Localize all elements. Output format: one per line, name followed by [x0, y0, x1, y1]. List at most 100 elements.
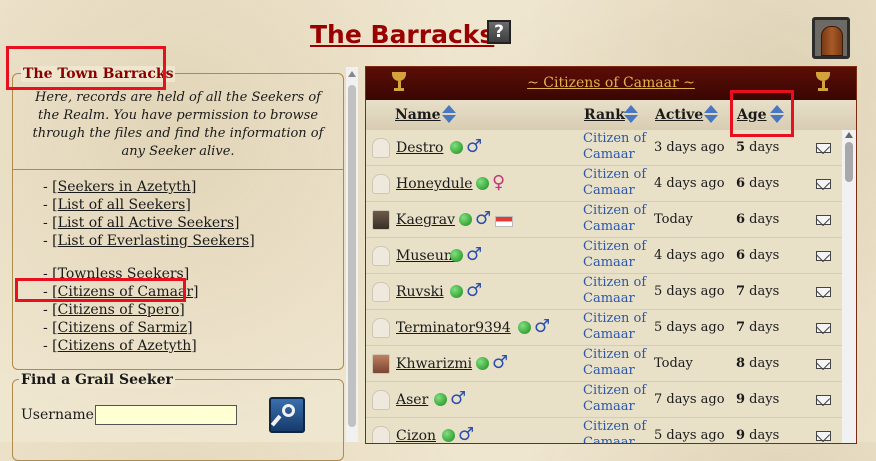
town-barracks-panel: The Town Barracks Here, records are held… — [12, 66, 344, 370]
avatar[interactable] — [372, 174, 390, 194]
list-item: - [Citizens of Sarmiz] — [43, 320, 193, 336]
rank-link[interactable]: Citizen of Camaar — [583, 383, 653, 415]
link-citizens-of-sarmiz[interactable]: Citizens of Sarmiz — [58, 320, 187, 336]
avatar[interactable] — [372, 246, 390, 266]
table-row: Ruvski ♂ Citizen of Camaar 5 days ago 7 days — [366, 274, 842, 310]
age-unit: days — [745, 140, 780, 155]
male-icon: ♂ — [534, 316, 551, 337]
list-item: - [Seekers in Azetyth] — [43, 179, 197, 195]
seeker-name-link[interactable]: Khwarizmi — [396, 356, 472, 372]
mail-icon[interactable] — [816, 287, 831, 297]
online-status-icon — [459, 213, 472, 226]
avatar[interactable] — [372, 138, 390, 158]
mail-icon[interactable] — [816, 143, 831, 153]
avatar[interactable] — [372, 390, 390, 410]
seeker-name-link[interactable]: Ruvski — [396, 284, 444, 300]
scroll-up-arrow-icon[interactable] — [845, 132, 853, 138]
grail-icon — [816, 72, 830, 92]
age: 6 days — [736, 176, 779, 191]
male-icon: ♂ — [458, 424, 475, 444]
avatar[interactable] — [372, 282, 390, 302]
highlight-box-citizens-of-camaar — [15, 278, 186, 302]
online-status-icon — [450, 141, 463, 154]
magnifier-icon — [282, 404, 295, 417]
citizens-title[interactable]: ~ Citizens of Camaar ~ — [366, 75, 856, 91]
age: 6 days — [736, 212, 779, 227]
age-number: 7 — [736, 284, 746, 299]
table-row: Museum ♂ Citizen of Camaar 4 days ago 6 days — [366, 238, 842, 274]
page-title: The Barracks — [310, 20, 495, 49]
right-scrollbar-thumb[interactable] — [845, 142, 853, 182]
age-unit: days — [745, 392, 780, 407]
seeker-name-link[interactable]: Honeydule — [396, 176, 473, 192]
age-unit: days — [745, 428, 780, 443]
find-seeker-legend: Find a Grail Seeker — [19, 372, 175, 388]
online-status-icon — [434, 393, 447, 406]
link-active-seekers[interactable]: List of all Active Seekers — [58, 215, 234, 231]
table-row: Terminator9394 ♂ Citizen of Camaar 5 days a… — [366, 310, 842, 346]
exit-door-icon[interactable] — [812, 17, 850, 59]
link-everlasting-seekers[interactable]: List of Everlasting Seekers — [58, 233, 250, 249]
left-scrollbar-thumb[interactable] — [348, 85, 356, 427]
male-icon: ♂ — [450, 388, 467, 409]
mail-icon[interactable] — [816, 359, 831, 369]
age: 7 days — [736, 284, 779, 299]
help-icon[interactable]: ? — [487, 20, 511, 44]
mail-icon[interactable] — [816, 179, 831, 189]
rank-link[interactable]: Citizen of Camaar — [583, 347, 653, 379]
left-scrollbar[interactable] — [346, 67, 358, 442]
username-input[interactable] — [95, 405, 237, 425]
mail-icon[interactable] — [816, 251, 831, 261]
mail-icon[interactable] — [816, 431, 831, 441]
age: 5 days — [736, 140, 779, 155]
rank-link[interactable]: Citizen of Camaar — [583, 311, 653, 343]
avatar[interactable] — [372, 354, 390, 374]
avatar[interactable] — [372, 210, 390, 230]
last-active: 5 days ago — [654, 428, 725, 443]
avatar[interactable] — [372, 426, 390, 443]
mail-icon[interactable] — [816, 323, 831, 333]
avatar[interactable] — [372, 318, 390, 338]
age-number: 9 — [736, 392, 746, 407]
sort-arrows-icon[interactable] — [624, 105, 638, 125]
rank-link[interactable]: Citizen of Camaar — [583, 239, 653, 271]
sort-arrows-icon[interactable] — [442, 105, 456, 125]
seeker-name-link[interactable]: Kaegrav — [396, 212, 455, 228]
link-all-seekers[interactable]: List of all Seekers — [58, 197, 186, 213]
divider — [13, 169, 343, 170]
scroll-up-arrow-icon[interactable] — [348, 71, 356, 77]
table-row: Khwarizmi ♂ Citizen of Camaar Today 8 days — [366, 346, 842, 382]
female-icon: ♀ — [492, 172, 506, 193]
column-rank[interactable]: Rank — [584, 107, 625, 123]
seeker-name-link[interactable]: Terminator9394 — [396, 320, 511, 336]
link-citizens-of-spero[interactable]: Citizens of Spero — [58, 302, 180, 318]
male-icon: ♂ — [466, 136, 483, 157]
column-name[interactable]: Name — [395, 107, 441, 123]
mail-icon[interactable] — [816, 395, 831, 405]
link-seekers-in-azetyth[interactable]: Seekers in Azetyth — [58, 179, 191, 195]
online-status-icon — [476, 357, 489, 370]
seeker-name-link[interactable]: Museum — [396, 248, 457, 264]
sort-arrows-icon[interactable] — [704, 105, 718, 125]
seeker-name-link[interactable]: Destro — [396, 140, 443, 156]
age-number: 8 — [736, 356, 746, 371]
last-active: Today — [654, 356, 693, 371]
list-item: - [List of all Seekers] — [43, 197, 191, 213]
age-number: 6 — [736, 248, 746, 263]
rank-link[interactable]: Citizen of Camaar — [583, 203, 653, 235]
column-active[interactable]: Active — [655, 107, 703, 123]
rank-link[interactable]: Citizen of Camaar — [583, 275, 653, 307]
seeker-name-link[interactable]: Aser — [396, 392, 428, 408]
rank-link[interactable]: Citizen of Camaar — [583, 419, 653, 443]
list-item: - [Citizens of Spero] — [43, 302, 185, 318]
rank-link[interactable]: Citizen of Camaar — [583, 167, 653, 199]
rank-link[interactable]: Citizen of Camaar — [583, 131, 653, 163]
age-number: 6 — [736, 212, 746, 227]
search-button[interactable] — [269, 397, 305, 433]
link-citizens-of-azetyth[interactable]: Citizens of Azetyth — [58, 338, 192, 354]
last-active: Today — [654, 212, 693, 227]
mail-icon[interactable] — [816, 215, 831, 225]
online-status-icon — [442, 429, 455, 442]
list-item: - [List of all Active Seekers] — [43, 215, 240, 231]
right-scrollbar[interactable] — [842, 130, 856, 443]
